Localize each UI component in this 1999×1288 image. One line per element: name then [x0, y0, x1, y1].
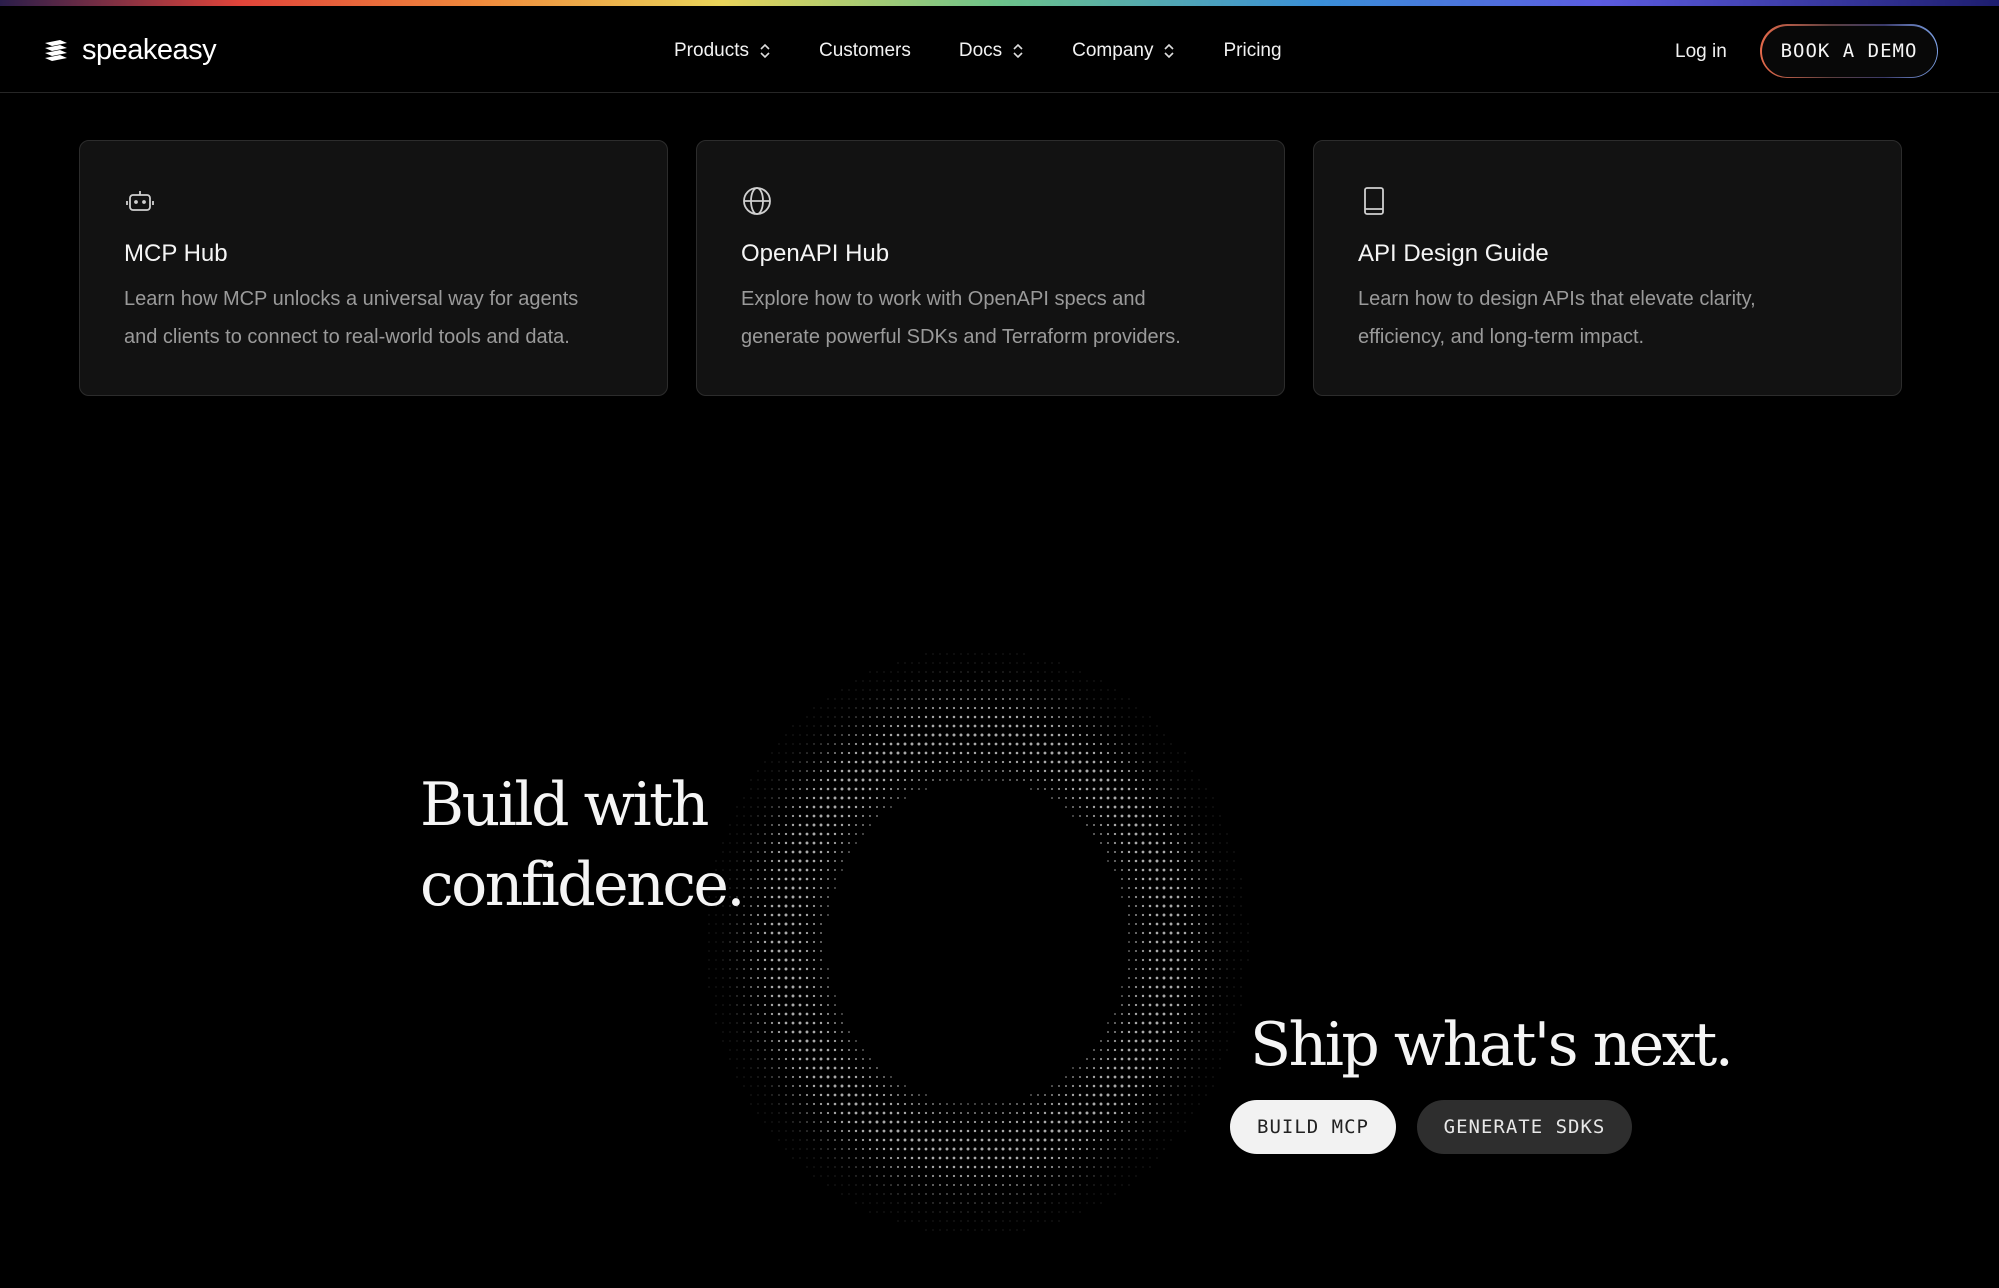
nav-pricing[interactable]: Pricing — [1223, 37, 1281, 65]
brand-name: speakeasy — [82, 34, 217, 66]
main-nav: Products Customers Docs Company Pricing — [674, 37, 1330, 65]
card-title: MCP Hub — [124, 240, 228, 267]
nav-docs-label: Docs — [958, 40, 1003, 61]
login-link[interactable]: Log in — [1675, 41, 1727, 63]
card-description-line: generate powerful SDKs and Terraform pro… — [741, 326, 1181, 348]
ascii-ring-graphic — [708, 653, 1249, 1231]
book-demo-label: BOOK A DEMO — [1761, 25, 1937, 77]
nav-customers-label: Customers — [818, 40, 911, 61]
nav-products-label: Products — [674, 40, 749, 61]
resource-cards: MCP Hub Learn how MCP unlocks a universa… — [79, 140, 1902, 396]
card-description: Learn how MCP unlocks a universal way fo… — [124, 280, 623, 356]
chevron-up-down-icon — [1013, 43, 1023, 59]
globe-icon — [743, 187, 771, 215]
book-demo-button[interactable]: BOOK A DEMO — [1760, 24, 1938, 78]
build-mcp-button[interactable]: BUILD MCP — [1230, 1100, 1396, 1154]
nav-products[interactable]: Products — [674, 37, 771, 65]
navbar: speakeasy Products Customers Docs Compan… — [0, 6, 1999, 93]
nav-pricing-label: Pricing — [1223, 40, 1282, 61]
chevron-up-down-icon — [1164, 43, 1175, 59]
card-description-line: Explore how to work with OpenAPI specs a… — [741, 288, 1146, 310]
card-description-line: and clients to connect to real-world too… — [124, 326, 570, 348]
card-title: OpenAPI Hub — [741, 240, 890, 267]
card-description-line: Learn how to design APIs that elevate cl… — [1358, 288, 1756, 310]
robot-icon — [126, 191, 154, 211]
card-description: Explore how to work with OpenAPI specs a… — [741, 280, 1240, 356]
card-openapi-hub[interactable]: OpenAPI Hub Explore how to work with Ope… — [696, 140, 1285, 396]
hero-headline-left: Build with confidence. — [420, 765, 746, 925]
book-icon — [1364, 187, 1384, 215]
nav-company[interactable]: Company — [1072, 37, 1175, 65]
card-api-design-guide[interactable]: API Design Guide Learn how to design API… — [1313, 140, 1902, 396]
logo[interactable]: speakeasy — [42, 34, 217, 67]
hero-line: confidence. — [420, 850, 746, 920]
hero-headline-right: Ship what's next. — [1250, 1010, 1734, 1080]
nav-customers[interactable]: Customers — [819, 37, 911, 65]
hero-line: Build with — [420, 770, 709, 840]
nav-docs[interactable]: Docs — [959, 37, 1024, 65]
speakeasy-logo-icon — [45, 39, 67, 61]
card-title: API Design Guide — [1358, 240, 1549, 267]
chevron-up-down-icon — [760, 43, 770, 59]
generate-sdks-button[interactable]: GENERATE SDKS — [1417, 1100, 1632, 1154]
nav-company-label: Company — [1072, 40, 1154, 61]
card-mcp-hub[interactable]: MCP Hub Learn how MCP unlocks a universa… — [79, 140, 668, 396]
card-description-line: efficiency, and long-term impact. — [1358, 326, 1645, 348]
card-description-line: Learn how MCP unlocks a universal way fo… — [124, 288, 579, 310]
card-description: Learn how to design APIs that elevate cl… — [1358, 280, 1857, 356]
